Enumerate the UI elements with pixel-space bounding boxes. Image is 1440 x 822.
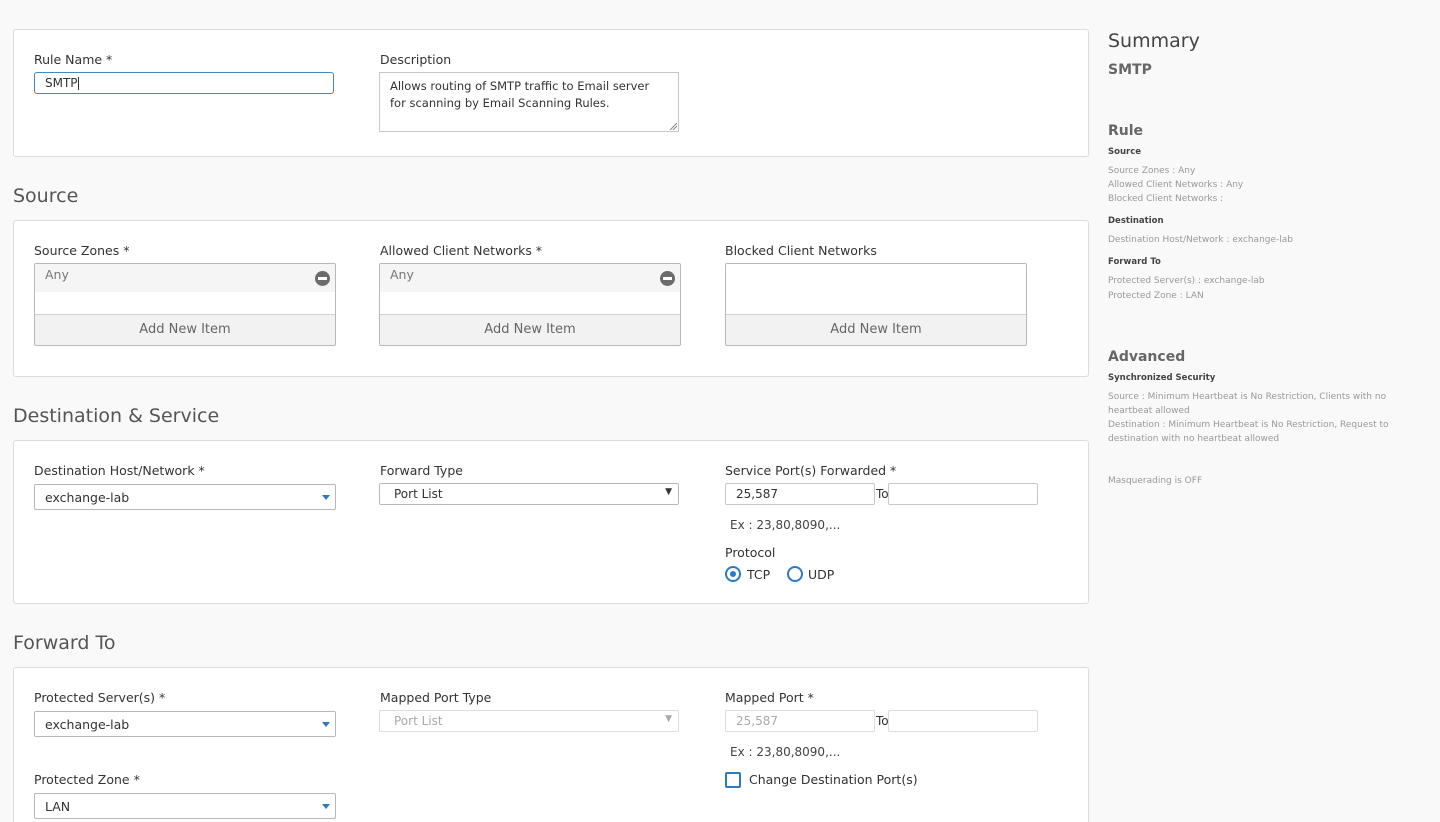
udp-radio[interactable]	[787, 566, 803, 582]
mapped-port-type-select: Port List ▼	[379, 710, 679, 732]
summary-masquerading: Masquerading is OFF	[1108, 476, 1203, 486]
remove-icon[interactable]	[315, 271, 330, 286]
summary-sync-destination: Destination : Minimum Heartbeat is No Re…	[1108, 420, 1389, 444]
protocol-label: Protocol	[725, 545, 776, 560]
mapped-port-to-input	[888, 710, 1038, 732]
mapped-port-from-input: 25,587	[725, 710, 875, 732]
summary-rule-name: SMTP	[1108, 62, 1152, 78]
service-ports-to-input[interactable]	[888, 483, 1038, 505]
rule-name-label: Rule Name *	[34, 52, 113, 67]
protected-servers-select[interactable]: exchange-lab	[34, 711, 336, 737]
remove-icon[interactable]	[660, 271, 675, 286]
mapped-port-type-label: Mapped Port Type	[380, 690, 492, 705]
summary-source-zones: Source Zones : Any	[1108, 166, 1196, 176]
forward-type-label: Forward Type	[380, 463, 463, 478]
chevron-down-icon	[322, 804, 330, 809]
summary-forward-heading: Forward To	[1108, 257, 1161, 267]
add-new-item-button[interactable]: Add New Item	[726, 314, 1026, 345]
summary-protected-servers: Protected Server(s) : exchange-lab	[1108, 276, 1265, 286]
add-new-item-button[interactable]: Add New Item	[35, 314, 335, 345]
summary-sync-source: Source : Minimum Heartbeat is No Restric…	[1108, 392, 1387, 416]
service-ports-from-input[interactable]: 25,587	[725, 483, 875, 505]
description-label: Description	[380, 52, 452, 67]
summary-sync-heading: Synchronized Security	[1108, 373, 1216, 383]
list-item-label: Any	[45, 267, 69, 282]
protected-servers-label: Protected Server(s) *	[34, 690, 166, 705]
summary-blocked-networks: Blocked Client Networks :	[1108, 194, 1224, 204]
mapped-port-type-value: Port List	[394, 714, 443, 728]
service-ports-value: 25,587	[736, 487, 778, 501]
summary-title: Summary	[1108, 30, 1200, 52]
dropdown-arrow-icon: ▼	[665, 714, 672, 724]
list-item: Any	[380, 264, 680, 292]
text-cursor	[77, 77, 79, 90]
source-title: Source	[13, 185, 79, 207]
blocked-networks-label: Blocked Client Networks	[725, 243, 877, 258]
service-ports-to-label: To	[876, 487, 889, 501]
protected-zone-label: Protected Zone *	[34, 772, 140, 787]
chevron-down-icon	[322, 495, 330, 500]
protected-zone-select[interactable]: LAN	[34, 793, 336, 819]
blocked-networks-list: Add New Item	[725, 263, 1027, 346]
mapped-port-example: Ex : 23,80,8090,...	[730, 745, 841, 759]
mapped-port-to-label: To	[876, 714, 889, 728]
dropdown-arrow-icon: ▼	[665, 487, 672, 497]
source-zones-list: Any Add New Item	[34, 263, 336, 346]
tcp-label[interactable]: TCP	[747, 567, 770, 582]
summary-source-heading: Source	[1108, 147, 1142, 157]
list-item: Any	[35, 264, 335, 292]
resize-grip-icon[interactable]	[669, 122, 677, 130]
allowed-networks-label: Allowed Client Networks *	[380, 243, 543, 258]
destination-host-select[interactable]: exchange-lab	[34, 484, 336, 510]
source-zones-label: Source Zones *	[34, 243, 130, 258]
allowed-networks-list: Any Add New Item	[379, 263, 681, 346]
protected-zone-value: LAN	[45, 799, 71, 814]
mapped-port-value: 25,587	[736, 714, 778, 728]
summary-allowed-networks: Allowed Client Networks : Any	[1108, 180, 1244, 190]
forward-type-select[interactable]: Port List ▼	[379, 483, 679, 505]
summary-protected-zone: Protected Zone : LAN	[1108, 291, 1204, 301]
description-textarea[interactable]: Allows routing of SMTP traffic to Email …	[379, 72, 679, 132]
forward-type-value: Port List	[394, 487, 443, 501]
destination-host-value: exchange-lab	[45, 490, 130, 505]
rule-name-value: SMTP	[45, 76, 78, 90]
forward-title: Forward To	[13, 632, 116, 654]
destination-host-label: Destination Host/Network *	[34, 463, 205, 478]
add-new-item-button[interactable]: Add New Item	[380, 314, 680, 345]
destination-title: Destination & Service	[13, 405, 220, 427]
summary-destination-host: Destination Host/Network : exchange-lab	[1108, 235, 1294, 245]
udp-label[interactable]: UDP	[808, 567, 834, 582]
description-value: Allows routing of SMTP traffic to Email …	[390, 79, 650, 110]
change-destination-port-label[interactable]: Change Destination Port(s)	[749, 772, 918, 787]
summary-advanced-heading: Advanced	[1108, 349, 1186, 365]
service-ports-example: Ex : 23,80,8090,...	[730, 518, 841, 532]
chevron-down-icon	[322, 722, 330, 727]
summary-destination-heading: Destination	[1108, 216, 1164, 226]
tcp-radio[interactable]	[725, 566, 741, 582]
change-destination-port-checkbox[interactable]	[725, 772, 741, 788]
rule-name-input[interactable]: SMTP	[34, 72, 334, 94]
protected-servers-value: exchange-lab	[45, 717, 130, 732]
summary-rule-heading: Rule	[1108, 123, 1144, 139]
service-ports-label: Service Port(s) Forwarded *	[725, 463, 897, 478]
mapped-port-label: Mapped Port *	[725, 690, 814, 705]
list-item-label: Any	[390, 267, 414, 282]
